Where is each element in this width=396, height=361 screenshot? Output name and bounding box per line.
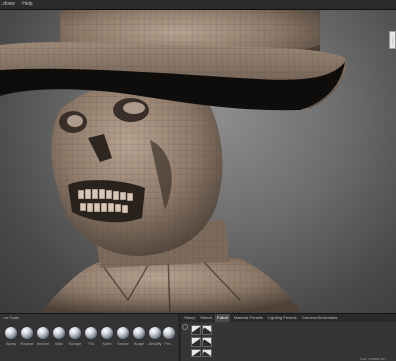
tab-stamp[interactable]: Stamp <box>182 314 198 322</box>
tool-label: Fre... <box>164 341 174 346</box>
scrape-brush-icon <box>69 327 81 339</box>
tab-material-presets[interactable]: Material Presets <box>232 314 265 322</box>
palette-settings-icon[interactable] <box>182 324 188 330</box>
tools-shelf-title: ...ce Tools <box>1 315 19 320</box>
bottom-shelf: ...ce Tools Spray Repeat Imprint Wax Scr… <box>0 313 396 361</box>
fill-brush-icon <box>85 327 97 339</box>
tab-lighting-presets[interactable]: Lighting Presets <box>266 314 299 322</box>
imprint-brush-icon <box>37 327 49 339</box>
menu-help[interactable]: Help <box>22 0 32 9</box>
tab-camera-bookmarks[interactable]: Camera Bookmarks <box>300 314 339 322</box>
wax-brush-icon <box>53 327 65 339</box>
spray-brush-icon <box>5 327 17 339</box>
menu-windows[interactable]: ...dows <box>0 0 15 9</box>
falloff-swatch[interactable] <box>191 349 201 357</box>
freeze-brush-icon <box>163 327 175 339</box>
repeat-brush-icon <box>21 327 33 339</box>
falloff-swatch[interactable] <box>202 337 212 347</box>
knife-brush-icon <box>101 327 113 339</box>
palette-tabs: Stamp Stencil Falloff Material Presets L… <box>181 314 396 322</box>
menu-bar: ...dows Help <box>0 0 396 10</box>
falloff-swatch[interactable] <box>202 325 212 335</box>
bulge-brush-icon <box>133 327 145 339</box>
tab-falloff[interactable]: Falloff <box>215 314 230 322</box>
3d-viewport[interactable]: ⋮ <box>0 10 396 313</box>
viewport-menu-button[interactable]: ⋮ <box>389 31 396 49</box>
tab-stencil[interactable]: Stencil <box>198 314 214 322</box>
smear-brush-icon <box>117 327 129 339</box>
falloff-swatch[interactable] <box>191 325 201 335</box>
falloff-palette <box>181 322 396 361</box>
tool-freeze[interactable]: Fre... <box>160 322 178 352</box>
falloff-swatch[interactable] <box>191 337 201 347</box>
tools-shelf: ...ce Tools Spray Repeat Imprint Wax Scr… <box>0 314 178 361</box>
sculpt-model <box>0 10 346 313</box>
status-bar-text: Total: 7699888 Sel... <box>360 357 388 361</box>
falloff-swatch[interactable] <box>202 349 212 357</box>
